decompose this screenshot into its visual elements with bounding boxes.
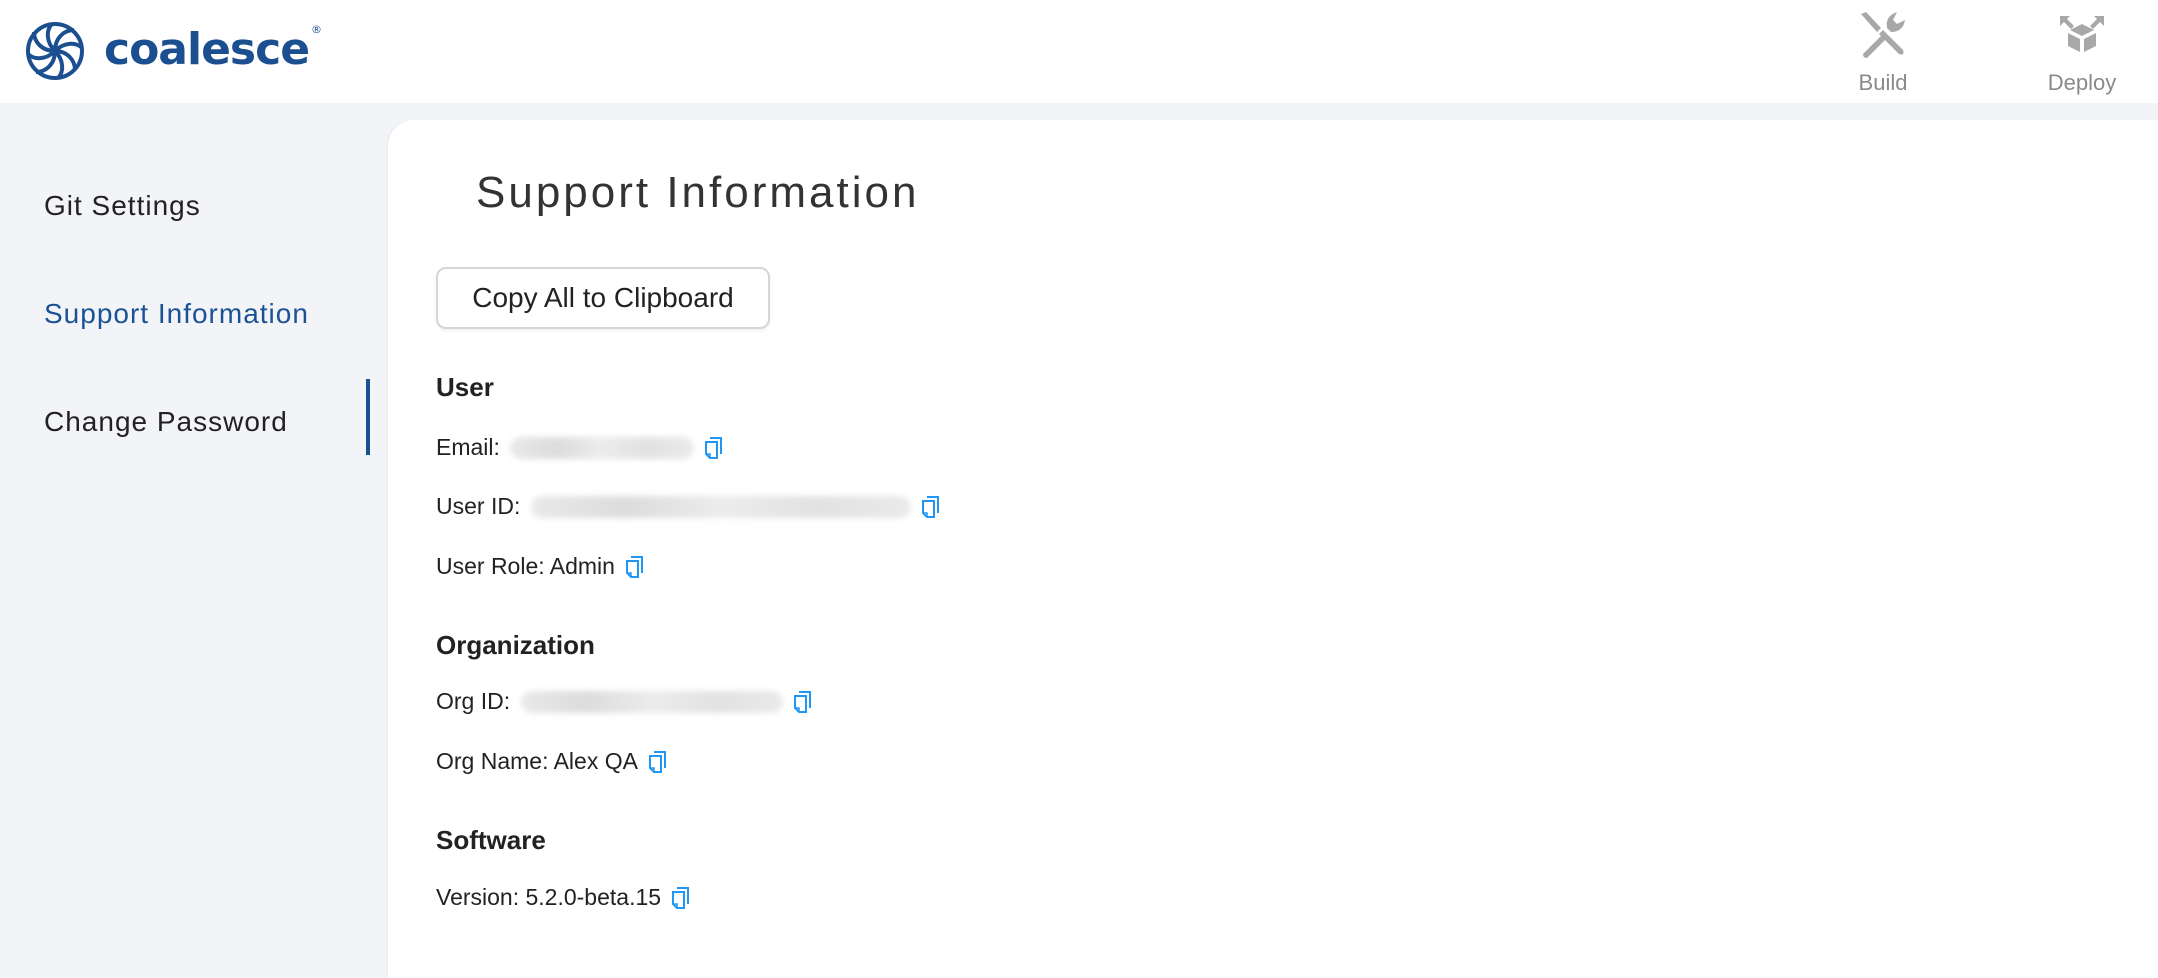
- user-id-label: User ID:: [436, 493, 527, 519]
- support-info-panel: Support Information Copy All to Clipboar…: [388, 120, 2158, 978]
- nav-deploy[interactable]: Deploy: [2036, 0, 2128, 103]
- logo-wordmark: coalesce: [104, 23, 310, 75]
- coalesce-logo[interactable]: coalesce ®: [24, 20, 322, 82]
- nav-build[interactable]: Build: [1838, 0, 1928, 103]
- nav-build-label: Build: [1858, 70, 1908, 95]
- deploy-box-icon: [2060, 16, 2104, 52]
- user-id-value-redacted: [530, 495, 911, 518]
- section-heading-software: Software: [436, 825, 546, 855]
- email-row: Email:: [436, 434, 724, 461]
- version-row: Version: 5.2.0-beta.15: [436, 884, 691, 911]
- copy-all-button[interactable]: Copy All to Clipboard: [436, 267, 770, 329]
- org-name-label: Org Name: Alex QA: [436, 748, 638, 774]
- org-id-row: Org ID:: [436, 688, 813, 715]
- nav-deploy-label: Deploy: [2047, 70, 2117, 95]
- build-tools-icon: [1861, 12, 1905, 58]
- user-role-label: User Role: Admin: [436, 553, 615, 579]
- active-indicator: [366, 379, 370, 455]
- email-value-redacted: [510, 436, 695, 459]
- copy-icon[interactable]: [648, 750, 668, 774]
- section-heading-organization: Organization: [436, 630, 595, 660]
- sidebar-item-change-password[interactable]: Change Password: [44, 406, 288, 438]
- coalesce-logo-icon: [26, 22, 84, 80]
- org-name-row: Org Name: Alex QA: [436, 748, 668, 775]
- page-title: Support Information: [476, 168, 920, 217]
- email-label: Email:: [436, 434, 507, 460]
- copy-icon[interactable]: [625, 555, 645, 579]
- org-id-value-redacted: [520, 690, 783, 713]
- copy-icon[interactable]: [793, 690, 813, 714]
- copy-icon[interactable]: [671, 886, 691, 910]
- user-role-row: User Role: Admin: [436, 553, 645, 580]
- org-id-label: Org ID:: [436, 688, 517, 714]
- registered-mark: ®: [311, 22, 323, 36]
- version-label: Version: 5.2.0-beta.15: [436, 884, 662, 910]
- sidebar-item-support-information[interactable]: Support Information: [44, 298, 309, 330]
- settings-sidebar: Git Settings Support Information Change …: [0, 103, 390, 978]
- sidebar-item-git-settings[interactable]: Git Settings: [44, 190, 201, 222]
- user-id-row: User ID:: [436, 493, 941, 520]
- copy-icon[interactable]: [921, 495, 941, 519]
- top-bar: coalesce ® Build Deploy: [0, 0, 2158, 103]
- section-heading-user: User: [436, 372, 494, 402]
- copy-icon[interactable]: [704, 436, 724, 460]
